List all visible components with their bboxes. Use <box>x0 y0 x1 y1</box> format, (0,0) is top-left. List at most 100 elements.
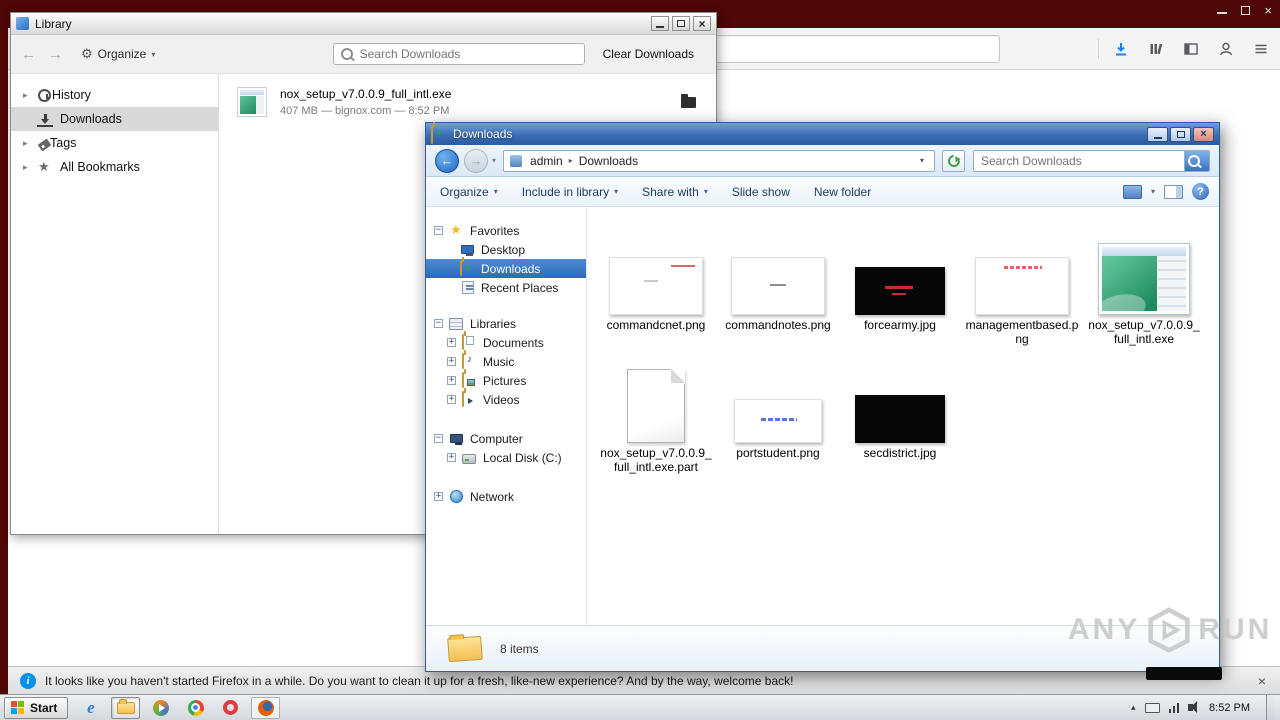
file-item[interactable]: commandnotes.png <box>717 229 839 349</box>
close-button[interactable]: × <box>693 16 711 31</box>
network-icon[interactable] <box>1168 702 1180 713</box>
new-folder-button[interactable]: New folder <box>814 185 871 199</box>
library-search-input[interactable] <box>359 47 577 61</box>
file-item[interactable]: commandcnet.png <box>595 229 717 349</box>
music-icon <box>462 352 478 370</box>
downloads-icon[interactable] <box>1108 36 1134 62</box>
tree-item-videos[interactable]: + Videos <box>426 390 586 409</box>
show-desktop-button[interactable] <box>1266 694 1275 720</box>
notification-close-icon[interactable]: × <box>1258 673 1266 689</box>
sidebar-item-all-bookmarks[interactable]: ▸ All Bookmarks <box>11 155 218 179</box>
organize-button[interactable]: ⚙ Organize ▾ <box>81 46 155 62</box>
sidebar-item-downloads[interactable]: Downloads <box>11 107 218 131</box>
start-button[interactable]: Start <box>4 696 69 719</box>
tree-item-documents[interactable]: + Documents <box>426 333 586 352</box>
slide-show-button[interactable]: Slide show <box>732 185 790 199</box>
organize-button[interactable]: Organize ▾ <box>440 185 498 199</box>
taskbar-clock[interactable]: 8:52 PM <box>1202 702 1257 714</box>
expand-icon[interactable]: + <box>447 376 456 385</box>
refresh-button[interactable] <box>942 149 965 172</box>
close-button[interactable]: × <box>1193 126 1214 142</box>
address-dropdown-icon[interactable]: ▾ <box>915 156 929 165</box>
breadcrumb-folder[interactable]: Downloads <box>575 154 642 168</box>
expand-icon[interactable]: + <box>434 492 443 501</box>
file-item[interactable]: secdistrict.jpg <box>839 357 961 477</box>
collapse-icon[interactable]: − <box>434 319 443 328</box>
expand-icon[interactable]: ▸ <box>23 162 37 173</box>
tree-item-libraries[interactable]: − Libraries <box>426 314 586 333</box>
history-dropdown-icon[interactable]: ▾ <box>492 156 496 165</box>
tree-item-network[interactable]: + Network <box>426 487 586 506</box>
forward-button[interactable]: → <box>464 148 488 173</box>
minimize-icon[interactable] <box>1217 12 1228 14</box>
expand-icon[interactable]: + <box>447 338 456 347</box>
address-bar[interactable]: admin ▸ Downloads ▾ <box>503 149 935 172</box>
maximize-icon[interactable] <box>1241 5 1251 15</box>
explorer-titlebar[interactable]: Downloads × <box>426 123 1219 145</box>
library-icon[interactable] <box>1143 36 1169 62</box>
keyboard-icon[interactable] <box>1144 702 1160 713</box>
file-item[interactable]: portstudent.png <box>717 357 839 477</box>
back-button[interactable]: ← <box>21 46 36 63</box>
expand-icon[interactable]: + <box>447 357 456 366</box>
minimize-button[interactable] <box>651 16 669 31</box>
collapse-icon[interactable]: − <box>434 434 443 443</box>
expand-icon[interactable]: ▸ <box>23 138 37 149</box>
sidebar-icon[interactable] <box>1178 36 1204 62</box>
search-button[interactable] <box>1184 150 1209 171</box>
file-thumbnail <box>1083 229 1205 315</box>
firefox-icon[interactable] <box>251 696 281 719</box>
explorer-search-box[interactable] <box>973 149 1210 172</box>
volume-icon[interactable] <box>1188 701 1198 713</box>
breadcrumb-user[interactable]: admin <box>526 154 567 168</box>
maximize-button[interactable] <box>1170 126 1191 142</box>
preview-pane-icon[interactable] <box>1164 184 1183 199</box>
sidebar-item-tags[interactable]: ▸ Tags <box>11 131 218 155</box>
sidebar-item-history[interactable]: ▸ History <box>11 83 218 107</box>
library-search-box[interactable] <box>332 43 585 65</box>
tree-item-computer[interactable]: − Computer <box>426 429 586 448</box>
minimize-button[interactable] <box>1147 126 1168 142</box>
chrome-icon[interactable] <box>181 697 210 719</box>
menu-icon[interactable] <box>1248 36 1274 62</box>
file-item[interactable]: forcearmy.jpg <box>839 229 961 349</box>
tree-item-pictures[interactable]: + Pictures <box>426 371 586 390</box>
forward-button[interactable]: → <box>48 46 63 63</box>
expand-icon[interactable]: + <box>447 395 456 404</box>
info-icon: i <box>20 672 36 689</box>
notification-button[interactable] <box>1146 667 1222 680</box>
collapse-icon[interactable]: − <box>434 226 443 235</box>
tree-item-recent-places[interactable]: Recent Places <box>426 278 586 297</box>
tree-item-music[interactable]: + Music <box>426 352 586 371</box>
file-explorer-icon[interactable] <box>111 696 141 719</box>
include-in-library-button[interactable]: Include in library ▾ <box>522 185 618 199</box>
close-icon[interactable]: × <box>1264 4 1272 17</box>
media-player-icon[interactable] <box>146 697 175 719</box>
tree-item-local-disk[interactable]: + Local Disk (C:) <box>426 448 586 467</box>
library-titlebar[interactable]: Library × <box>11 13 716 35</box>
user-folder-icon <box>510 154 523 167</box>
file-item[interactable]: nox_setup_v7.0.0.9_full_intl.exe.part <box>595 357 717 477</box>
restore-button[interactable] <box>672 16 690 31</box>
hidden-icons-chevron[interactable]: ▴ <box>1131 702 1136 713</box>
tree-item-favorites[interactable]: − Favorites <box>426 221 586 240</box>
tree-item-downloads[interactable]: Downloads <box>426 259 586 278</box>
download-item[interactable]: nox_setup_v7.0.0.9_full_intl.exe 407 MB … <box>237 87 696 117</box>
views-dropdown-icon[interactable]: ▾ <box>1151 187 1155 196</box>
account-icon[interactable] <box>1213 36 1239 62</box>
open-containing-folder-icon[interactable] <box>681 93 696 108</box>
change-view-icon[interactable] <box>1122 184 1142 199</box>
internet-explorer-icon[interactable]: e <box>76 697 105 719</box>
file-item[interactable]: managementbased.png <box>961 229 1083 349</box>
explorer-search-input[interactable] <box>974 153 1184 168</box>
expand-icon[interactable]: ▸ <box>23 90 37 101</box>
opera-icon[interactable] <box>216 697 245 719</box>
share-with-button[interactable]: Share with ▾ <box>642 185 708 199</box>
clear-downloads-button[interactable]: Clear Downloads <box>603 47 694 61</box>
anyrun-watermark: ANY RUN <box>1068 606 1272 654</box>
help-icon[interactable]: ? <box>1192 183 1209 200</box>
file-item[interactable]: nox_setup_v7.0.0.9_full_intl.exe <box>1083 229 1205 349</box>
back-button[interactable]: ← <box>435 148 459 173</box>
tree-item-desktop[interactable]: Desktop <box>426 240 586 259</box>
expand-icon[interactable]: + <box>447 453 456 462</box>
